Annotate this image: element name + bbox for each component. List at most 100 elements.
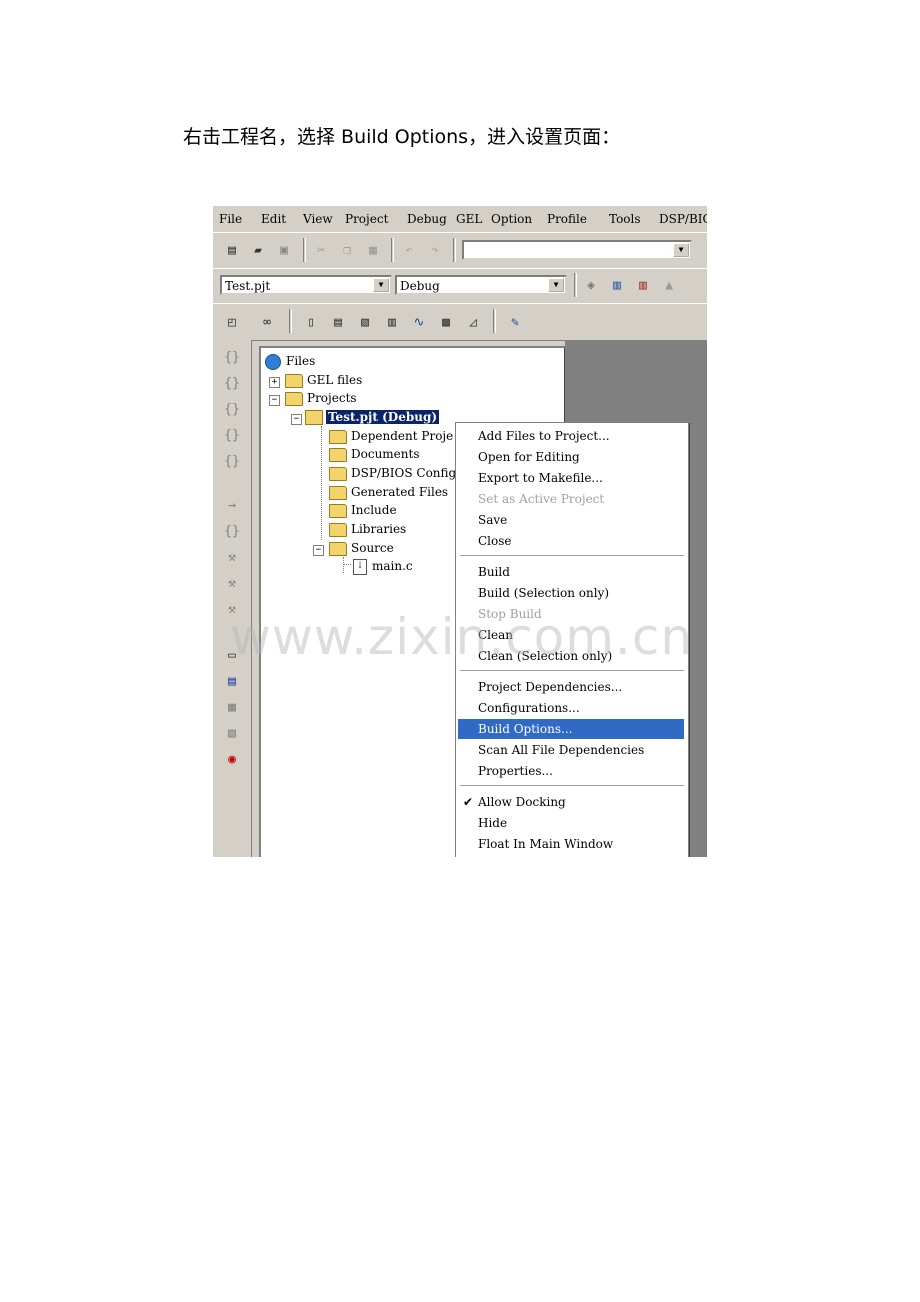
tree-gel-files[interactable]: GEL files bbox=[285, 371, 362, 389]
vertical-toolbar: {} {} {} {} {} → {} ⚒ ⚒ ⚒ ▭ ▤ ▦ ▧ ◉ bbox=[213, 340, 252, 857]
tree-dspbios-config[interactable]: DSP/BIOS Config bbox=[329, 464, 456, 482]
asm-step-icon[interactable]: → bbox=[222, 496, 242, 516]
tree-generated-files[interactable]: Generated Files bbox=[329, 483, 448, 501]
registers-icon[interactable]: ▧ bbox=[355, 312, 375, 332]
config-select-value: Debug bbox=[400, 279, 440, 293]
menu-item-close[interactable]: Close bbox=[458, 531, 684, 551]
menu-dspbios[interactable]: DSP/BIO bbox=[659, 212, 707, 226]
menu-item-build-options[interactable]: Build Options... bbox=[458, 719, 684, 739]
waveform-icon[interactable]: ∿ bbox=[409, 312, 429, 332]
menu-item-properties[interactable]: Properties... bbox=[458, 761, 684, 781]
menu-item-open-for-editing[interactable]: Open for Editing bbox=[458, 447, 684, 467]
tree-documents[interactable]: Documents bbox=[329, 445, 419, 463]
menu-profile[interactable]: Profile bbox=[547, 212, 587, 226]
toolbar-separator bbox=[453, 238, 456, 262]
dropdown-arrow-icon[interactable]: ▼ bbox=[548, 278, 564, 292]
tree-dependent-projects[interactable]: Dependent Proje bbox=[329, 427, 453, 445]
menu-item-clean-selection[interactable]: Clean (Selection only) bbox=[458, 646, 684, 666]
symbol-browser-icon[interactable]: ▦ bbox=[222, 698, 242, 718]
cut-icon[interactable]: ✂ bbox=[311, 240, 331, 260]
menu-item-build[interactable]: Build bbox=[458, 562, 684, 582]
save-icon[interactable]: ▣ bbox=[274, 240, 294, 260]
menu-item-configurations[interactable]: Configurations... bbox=[458, 698, 684, 718]
menu-tools[interactable]: Tools bbox=[609, 212, 641, 226]
compile-icon[interactable]: ◈ bbox=[581, 275, 601, 295]
menu-file[interactable]: File bbox=[219, 212, 242, 226]
menu-view[interactable]: View bbox=[303, 212, 333, 226]
config-select[interactable]: Debug ▼ bbox=[395, 275, 567, 295]
checkmark-icon: ✔ bbox=[463, 795, 474, 809]
menu-item-hide[interactable]: Hide bbox=[458, 813, 684, 833]
tree-root-files[interactable]: Files bbox=[265, 352, 315, 370]
ccs-window: File Edit View Project Debug GEL Option … bbox=[213, 206, 707, 857]
new-file-icon[interactable]: ▤ bbox=[222, 240, 242, 260]
collapse-minus-icon[interactable]: − bbox=[269, 395, 280, 406]
incremental-build-icon[interactable]: ▥ bbox=[607, 275, 627, 295]
search-combo[interactable]: ▼ bbox=[462, 240, 692, 260]
folder-icon bbox=[329, 522, 347, 537]
menu-item-project-dependencies[interactable]: Project Dependencies... bbox=[458, 677, 684, 697]
disassembly-icon[interactable]: ▥ bbox=[382, 312, 402, 332]
copy-icon[interactable]: ❐ bbox=[337, 240, 357, 260]
chart-icon[interactable]: ◿ bbox=[463, 312, 483, 332]
asm-step-over-icon[interactable]: {} bbox=[222, 522, 242, 542]
run-icon[interactable]: ⚒ bbox=[222, 548, 242, 568]
tree-file-main-c[interactable]: ↓ main.c bbox=[353, 557, 413, 575]
menu-edit[interactable]: Edit bbox=[261, 212, 286, 226]
halt-icon[interactable]: ⚒ bbox=[222, 574, 242, 594]
redo-icon[interactable]: ↷ bbox=[425, 240, 445, 260]
collapse-minus-icon[interactable]: − bbox=[291, 414, 302, 425]
image-view-icon[interactable]: ▩ bbox=[436, 312, 456, 332]
menu-item-export-makefile[interactable]: Export to Makefile... bbox=[458, 468, 684, 488]
dropdown-arrow-icon[interactable]: ▼ bbox=[673, 243, 689, 257]
menu-option[interactable]: Option bbox=[491, 212, 532, 226]
tree-source[interactable]: Source bbox=[329, 539, 394, 557]
menu-item-save[interactable]: Save bbox=[458, 510, 684, 530]
step-into-icon[interactable]: {} bbox=[222, 348, 242, 368]
open-folder-icon bbox=[329, 541, 347, 556]
menu-debug[interactable]: Debug bbox=[407, 212, 447, 226]
undo-icon[interactable]: ↶ bbox=[399, 240, 419, 260]
command-window-icon[interactable]: ▧ bbox=[222, 724, 242, 744]
collapse-minus-icon[interactable]: − bbox=[313, 545, 324, 556]
run-to-cursor-icon[interactable]: {} bbox=[222, 426, 242, 446]
menu-separator bbox=[460, 670, 684, 671]
set-pc-icon[interactable]: {} bbox=[222, 452, 242, 472]
graph-icon[interactable]: ◰ bbox=[222, 312, 242, 332]
rebuild-all-icon[interactable]: ▥ bbox=[633, 275, 653, 295]
hex-view-icon[interactable]: ▭ bbox=[222, 646, 242, 666]
animate-icon[interactable]: ⚒ bbox=[222, 600, 242, 620]
clipboard-icon[interactable]: ▯ bbox=[301, 312, 321, 332]
project-select[interactable]: Test.pjt ▼ bbox=[220, 275, 392, 295]
toolbar-separator bbox=[574, 273, 577, 297]
breakpoint-icon[interactable]: ◉ bbox=[222, 750, 242, 770]
probe-icon[interactable]: ✎ bbox=[505, 312, 525, 332]
paste-icon[interactable]: ▦ bbox=[363, 240, 383, 260]
menu-item-build-selection[interactable]: Build (Selection only) bbox=[458, 583, 684, 603]
tree-project-test[interactable]: Test.pjt (Debug) bbox=[305, 408, 440, 426]
memory-window-icon[interactable]: ▤ bbox=[328, 312, 348, 332]
tree-projects[interactable]: Projects bbox=[285, 389, 357, 407]
menu-gel[interactable]: GEL bbox=[456, 212, 482, 226]
menu-item-add-files[interactable]: Add Files to Project... bbox=[458, 426, 684, 446]
stop-build-icon[interactable]: ▲ bbox=[659, 275, 679, 295]
menu-item-scan-dependencies[interactable]: Scan All File Dependencies bbox=[458, 740, 684, 760]
step-out-icon[interactable]: {} bbox=[222, 400, 242, 420]
watch-glasses-icon[interactable]: ∞ bbox=[257, 312, 277, 332]
menu-project[interactable]: Project bbox=[345, 212, 388, 226]
tree-libraries[interactable]: Libraries bbox=[329, 520, 406, 538]
menu-item-clean[interactable]: Clean bbox=[458, 625, 684, 645]
tree-connector bbox=[321, 426, 322, 540]
menu-item-float-in-main-window[interactable]: Float In Main Window bbox=[458, 834, 684, 854]
menu-item-allow-docking[interactable]: ✔ Allow Docking bbox=[458, 792, 684, 812]
project-toolbar: Test.pjt ▼ Debug ▼ ◈ ▥ ▥ ▲ bbox=[213, 268, 707, 304]
menu-separator bbox=[460, 555, 684, 556]
menu-item-set-active-project: Set as Active Project bbox=[478, 492, 605, 506]
tree-include[interactable]: Include bbox=[329, 501, 397, 519]
step-over-icon[interactable]: {} bbox=[222, 374, 242, 394]
expand-plus-icon[interactable]: + bbox=[269, 377, 280, 388]
table-view-icon[interactable]: ▤ bbox=[222, 672, 242, 692]
open-folder-icon[interactable]: ▰ bbox=[248, 240, 268, 260]
dropdown-arrow-icon[interactable]: ▼ bbox=[373, 278, 389, 292]
menu-separator bbox=[460, 785, 684, 786]
